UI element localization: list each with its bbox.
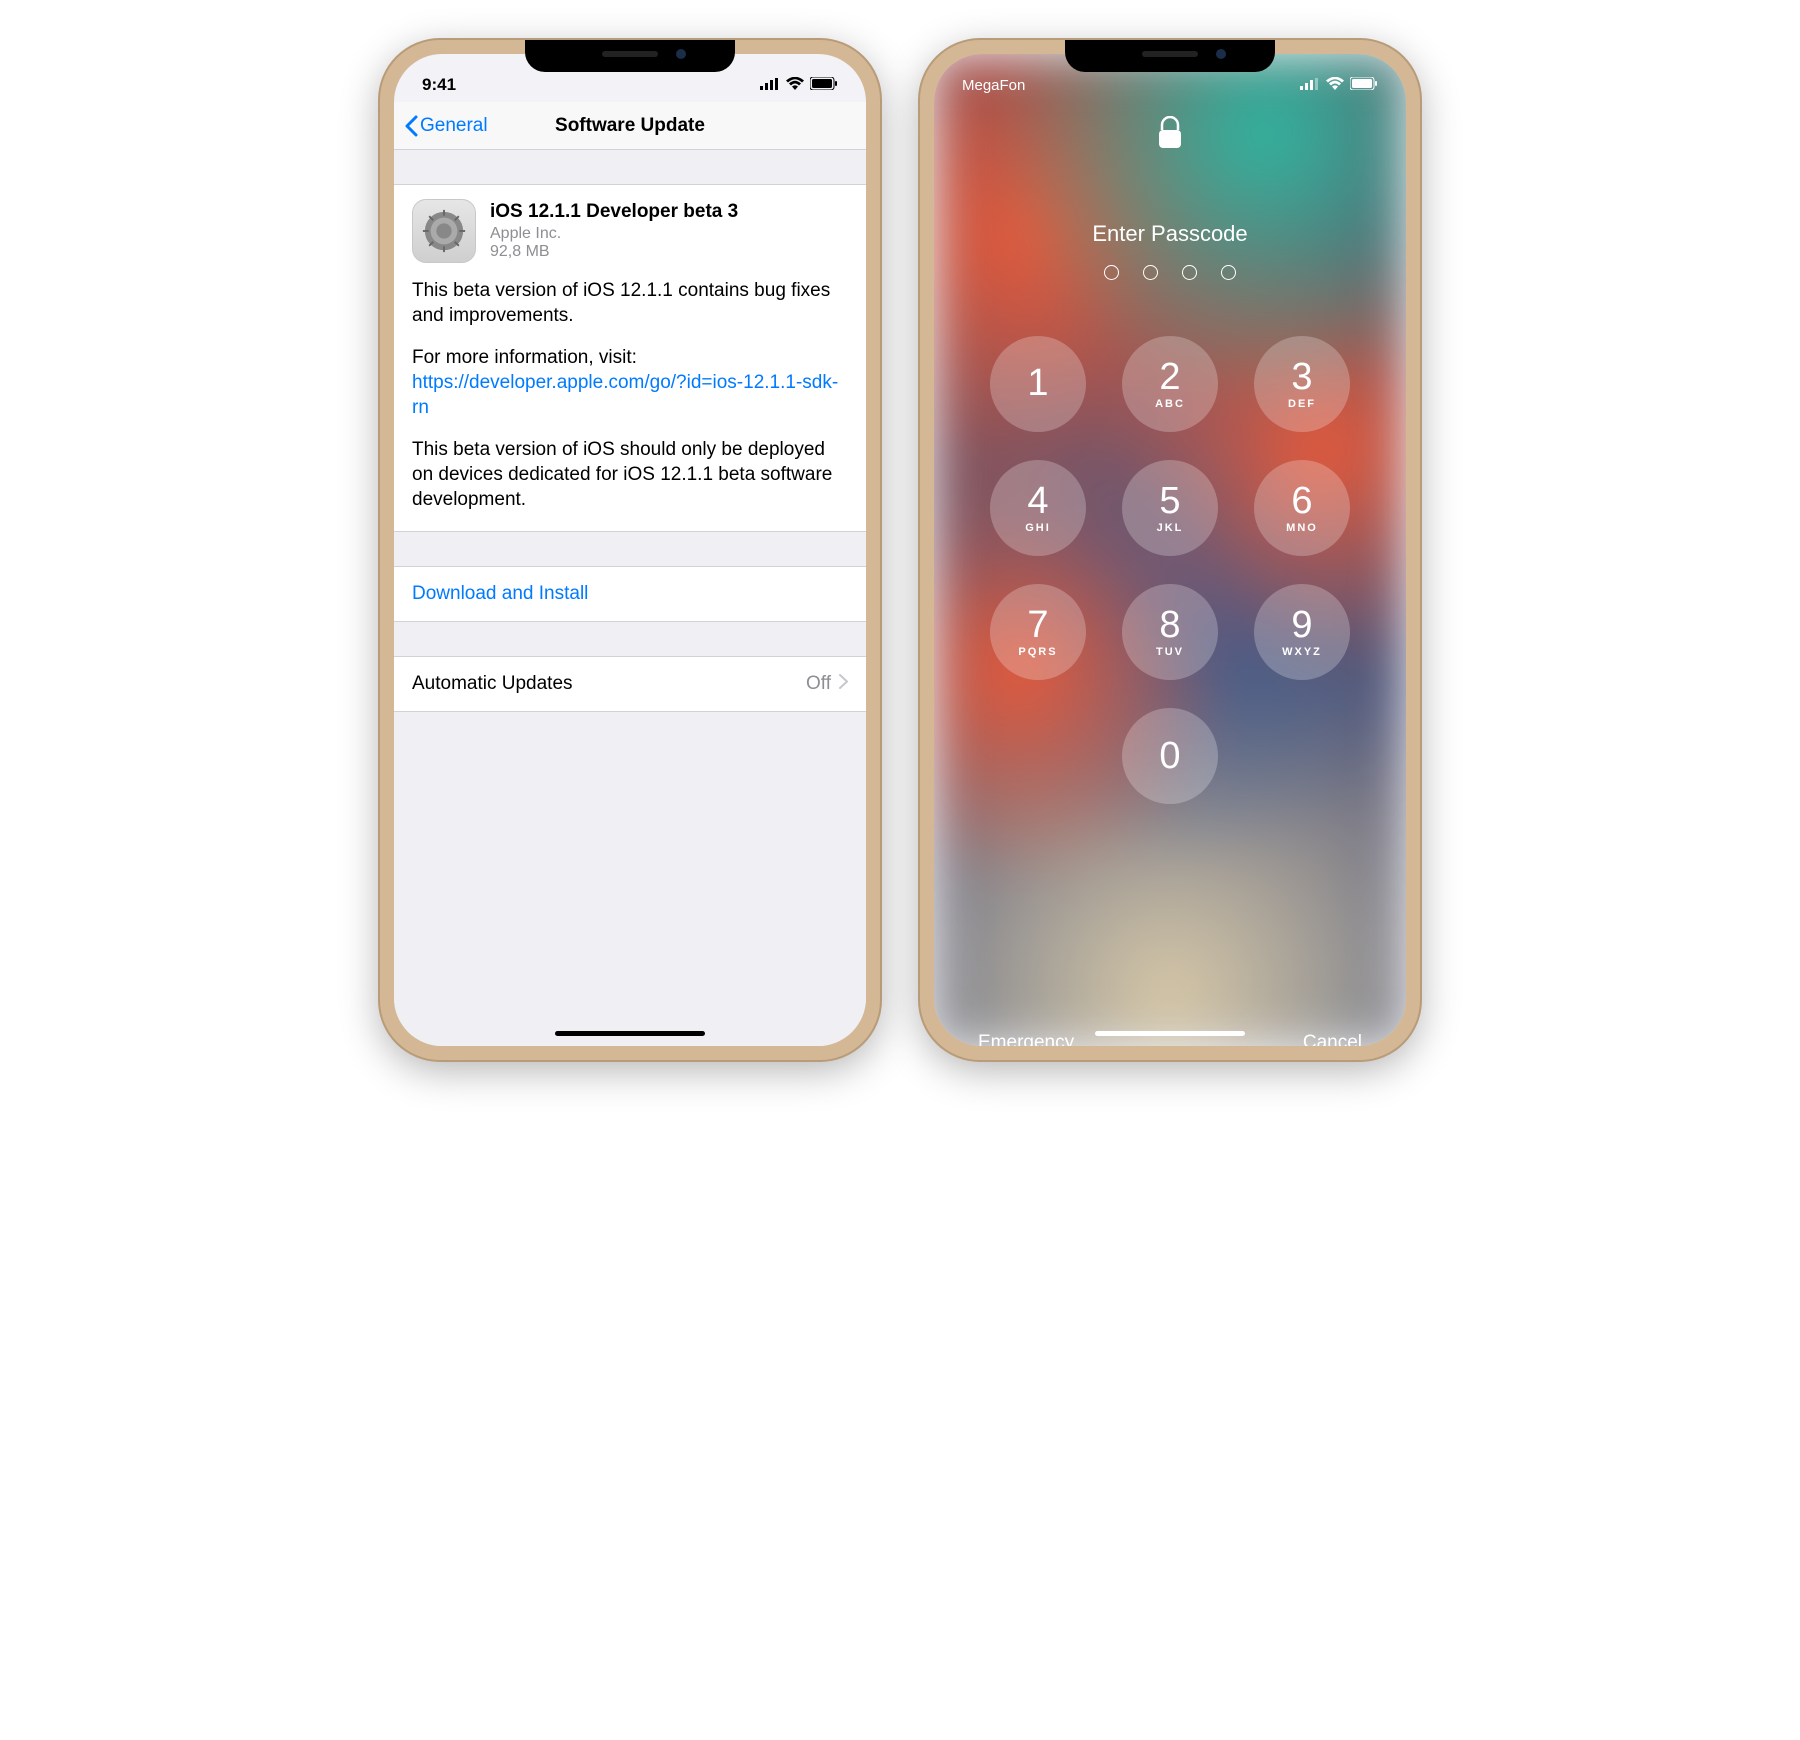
phone-left: 9:41 General Software Update: [380, 40, 880, 1060]
desc2-prefix: For more information, visit:: [412, 347, 637, 368]
screen-settings: 9:41 General Software Update: [394, 54, 866, 1046]
update-info-cell: iOS 12.1.1 Developer beta 3 Apple Inc. 9…: [394, 184, 866, 532]
wifi-icon: [786, 75, 804, 95]
keypad-8[interactable]: 8TUV: [1122, 584, 1218, 680]
automatic-updates-row[interactable]: Automatic Updates Off: [394, 656, 866, 712]
signal-icon: [1300, 75, 1320, 95]
desc-para-2: For more information, visit: https://dev…: [412, 346, 848, 420]
settings-gear-icon: [412, 199, 476, 263]
notch: [1065, 40, 1275, 72]
notch: [525, 40, 735, 72]
keypad-9[interactable]: 9WXYZ: [1254, 584, 1350, 680]
chevron-right-icon: [839, 673, 848, 695]
passcode-dot: [1182, 265, 1197, 280]
update-vendor: Apple Inc.: [490, 225, 738, 243]
keypad-1[interactable]: 1: [990, 336, 1086, 432]
keypad-6[interactable]: 6MNO: [1254, 460, 1350, 556]
passcode-dot: [1143, 265, 1158, 280]
cancel-button[interactable]: Cancel: [1303, 1032, 1362, 1046]
update-size: 92,8 MB: [490, 243, 738, 261]
keypad-4[interactable]: 4GHI: [990, 460, 1086, 556]
chevron-left-icon: [404, 115, 418, 137]
screen-lock: MegaFon Enter Passcode: [934, 54, 1406, 1046]
passcode-dot: [1104, 265, 1119, 280]
desc-para-1: This beta version of iOS 12.1.1 contains…: [412, 279, 848, 328]
settings-body: iOS 12.1.1 Developer beta 3 Apple Inc. 9…: [394, 150, 866, 1046]
update-description: This beta version of iOS 12.1.1 contains…: [412, 279, 848, 513]
battery-icon: [1350, 75, 1378, 95]
status-right: [630, 75, 838, 95]
automatic-updates-value: Off: [806, 673, 831, 695]
enter-passcode-label: Enter Passcode: [1092, 221, 1247, 247]
nav-bar: General Software Update: [394, 102, 866, 150]
keypad-0[interactable]: 0: [1122, 708, 1218, 804]
lock-content: Enter Passcode 1 2ABC 3DEF 4GHI 5JKL 6MN…: [934, 102, 1406, 1046]
keypad-2[interactable]: 2ABC: [1122, 336, 1218, 432]
desc-para-3: This beta version of iOS should only be …: [412, 438, 848, 512]
keypad-3[interactable]: 3DEF: [1254, 336, 1350, 432]
passcode-dot: [1221, 265, 1236, 280]
keypad: 1 2ABC 3DEF 4GHI 5JKL 6MNO 7PQRS 8TUV 9W…: [990, 336, 1350, 804]
keypad-5[interactable]: 5JKL: [1122, 460, 1218, 556]
back-label: General: [420, 115, 488, 137]
status-time: 9:41: [422, 75, 456, 94]
status-carrier: MegaFon: [962, 77, 1025, 94]
phone-right: MegaFon Enter Passcode: [920, 40, 1420, 1060]
home-indicator[interactable]: [1095, 1031, 1245, 1036]
download-install-button[interactable]: Download and Install: [394, 566, 866, 622]
signal-icon: [760, 75, 780, 95]
status-right: [1170, 75, 1378, 95]
lock-icon: [1157, 116, 1183, 155]
passcode-dots: [1104, 265, 1236, 280]
keypad-7[interactable]: 7PQRS: [990, 584, 1086, 680]
home-indicator[interactable]: [555, 1031, 705, 1036]
battery-icon: [810, 75, 838, 95]
automatic-updates-label: Automatic Updates: [412, 673, 573, 695]
back-button[interactable]: General: [404, 115, 488, 137]
update-title: iOS 12.1.1 Developer beta 3: [490, 201, 738, 223]
emergency-button[interactable]: Emergency: [978, 1032, 1074, 1046]
release-notes-link[interactable]: https://developer.apple.com/go/?id=ios-1…: [412, 372, 838, 418]
wifi-icon: [1326, 75, 1344, 95]
